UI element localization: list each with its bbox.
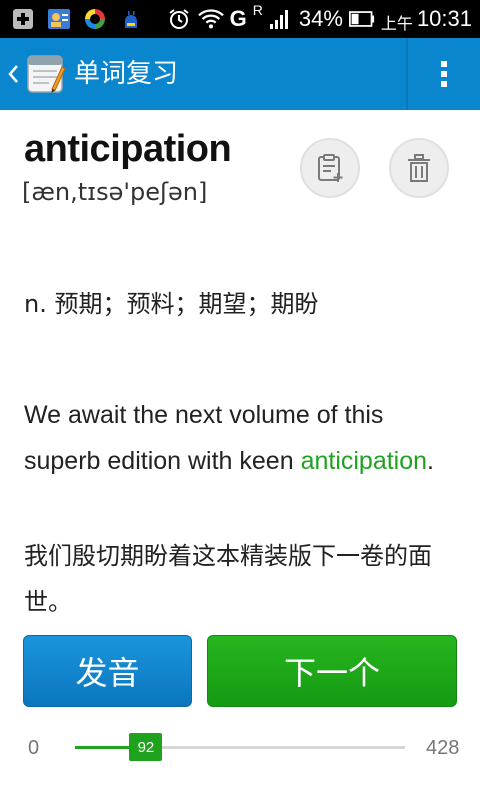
network-type: G xyxy=(229,6,247,31)
example-punctuation: . xyxy=(427,447,434,475)
word-title: anticipation xyxy=(24,128,232,170)
example-sentence: We await the next volume of this superb … xyxy=(24,392,464,484)
app-bar: 单词复习 xyxy=(0,38,480,110)
status-bar: G R 34% 上午 10:31 xyxy=(0,0,480,38)
usb-debug-icon xyxy=(118,6,144,32)
system-icons: G R 34% 上午 10:31 xyxy=(166,0,472,38)
add-to-notebook-icon xyxy=(318,154,343,182)
word-definition: n. 预期；预料；期望；期盼 xyxy=(24,290,319,318)
battery-percent: 34% xyxy=(298,6,343,31)
progress-max: 428 xyxy=(426,737,460,759)
roaming-indicator: R xyxy=(252,2,263,18)
progress-track[interactable] xyxy=(75,746,405,749)
signal-icon xyxy=(267,6,293,32)
overflow-menu-icon xyxy=(441,61,447,87)
delete-button[interactable] xyxy=(389,138,449,198)
pronounce-button[interactable]: 发音 xyxy=(23,635,192,707)
contact-card-icon xyxy=(46,6,72,32)
app-logo-icon xyxy=(27,55,66,93)
alarm-icon xyxy=(166,6,192,32)
progress-thumb[interactable]: 92 xyxy=(129,733,163,761)
add-notification-icon xyxy=(10,6,36,32)
notification-icons xyxy=(10,6,144,32)
add-to-notebook-button[interactable] xyxy=(300,138,360,198)
example-highlight: anticipation xyxy=(300,447,428,475)
example-translation: 我们殷切期盼着这本精装版下一卷的面世。 xyxy=(24,542,432,616)
battery-icon xyxy=(348,6,375,32)
overflow-menu-button[interactable] xyxy=(408,38,480,110)
delete-icon xyxy=(408,154,430,182)
progress-min: 0 xyxy=(28,737,40,759)
page-title: 单词复习 xyxy=(74,59,179,89)
word-phonetic: [æn,tɪsə'peʃən] xyxy=(22,178,208,206)
sync-icon xyxy=(82,6,108,32)
wifi-icon xyxy=(197,6,224,32)
back-chevron-icon xyxy=(8,65,18,83)
next-word-button[interactable]: 下一个 xyxy=(207,635,457,707)
time-prefix: 上午 xyxy=(380,16,413,33)
clock: 10:31 xyxy=(416,6,472,31)
